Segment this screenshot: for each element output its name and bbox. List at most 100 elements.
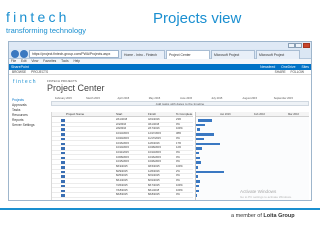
percent-complete-cell: 0% bbox=[176, 150, 180, 154]
address-bar[interactable]: https://project.fintech-group.com/PWA/Pr… bbox=[29, 50, 119, 58]
browser-tab[interactable]: Microsoft Project bbox=[256, 50, 300, 59]
finish-cell: 8/11/2015 bbox=[148, 188, 160, 192]
gantt-bar[interactable] bbox=[196, 151, 199, 155]
back-icon[interactable] bbox=[11, 50, 19, 58]
project-icon bbox=[61, 175, 65, 178]
grid-header: Project Name Start Finish % Complete bbox=[52, 112, 193, 117]
start-cell: 2/11/2016 bbox=[116, 118, 128, 121]
fintech-logo: fintech transforming technology bbox=[6, 9, 116, 37]
maximize-button[interactable] bbox=[295, 43, 302, 48]
menu-tools[interactable]: Tools bbox=[61, 59, 68, 63]
timeline-tick: June 2015 bbox=[180, 97, 193, 100]
project-icon bbox=[61, 119, 65, 122]
gantt-bar[interactable] bbox=[198, 119, 212, 122]
finish-cell: 9/15/2015 bbox=[148, 165, 160, 168]
start-cell: 2/9/2016 bbox=[116, 127, 127, 131]
nav-item-tasks[interactable]: Tasks bbox=[12, 108, 20, 112]
project-icon bbox=[61, 128, 65, 131]
start-cell: 10/13/2015 bbox=[116, 132, 129, 136]
finish-cell: 4/01/2016 bbox=[148, 118, 160, 121]
column-project-name[interactable]: Project Name bbox=[66, 112, 84, 117]
browser-tab[interactable]: Microsoft Project bbox=[211, 50, 255, 59]
gantt-bar[interactable] bbox=[196, 170, 224, 174]
logo-word: fintech bbox=[6, 9, 70, 25]
start-cell: 10/10/2015 bbox=[116, 146, 129, 150]
nav-item-server-settings[interactable]: Server Settings bbox=[12, 123, 35, 127]
gantt-bar[interactable] bbox=[196, 156, 200, 160]
nav-item-reports[interactable]: Reports bbox=[12, 118, 24, 122]
ribbon-tabs: BROWSE PROJECTS SHARE FOLLOW bbox=[9, 70, 311, 75]
site-logo[interactable]: fintech bbox=[13, 79, 37, 85]
project-icon bbox=[61, 151, 65, 155]
browser-tab-active[interactable]: Project Center bbox=[166, 50, 210, 59]
window-title-bar bbox=[9, 42, 311, 49]
footer-text: a member of Loita Group bbox=[231, 213, 295, 219]
timeline: February 2015 March 2015 April 2015 May 201… bbox=[51, 97, 309, 110]
forward-icon[interactable] bbox=[20, 50, 28, 58]
follow-button[interactable]: FOLLOW bbox=[291, 70, 304, 74]
nav-item-resources[interactable]: Resources bbox=[12, 113, 28, 117]
share-button[interactable]: SHARE bbox=[275, 70, 286, 74]
gantt-bar[interactable] bbox=[196, 189, 199, 193]
finish-cell: 2/17/2016 bbox=[148, 127, 160, 131]
gantt-bar[interactable] bbox=[196, 161, 201, 164]
start-cell: 8/25/2015 bbox=[116, 174, 128, 178]
column-start[interactable]: Start bbox=[116, 112, 122, 117]
gantt-bar[interactable] bbox=[196, 137, 204, 141]
menu-view[interactable]: View bbox=[31, 59, 38, 63]
finish-cell: 10/28/2015 bbox=[148, 146, 161, 150]
start-cell: 2/4/2016 bbox=[116, 122, 127, 126]
percent-complete-cell: 0% bbox=[176, 193, 180, 197]
project-icon bbox=[61, 133, 65, 136]
gantt-header: Jan 2016 Feb 2016 Mar 2016 bbox=[196, 112, 309, 117]
gantt-bar[interactable] bbox=[196, 194, 197, 197]
gantt-bar[interactable] bbox=[196, 142, 220, 146]
newsfeed-link[interactable]: Newsfeed bbox=[260, 65, 275, 69]
gantt-bar[interactable] bbox=[197, 128, 200, 131]
sites-link[interactable]: Sites bbox=[301, 65, 309, 69]
quick-launch: Projects Approvals Tasks Resources Repor… bbox=[9, 98, 47, 148]
project-icon bbox=[61, 123, 65, 127]
percent-complete-cell: 0% bbox=[176, 122, 180, 126]
activation-title: Activate Windows bbox=[240, 189, 277, 194]
gantt-bar[interactable] bbox=[196, 175, 198, 178]
close-button[interactable] bbox=[303, 43, 310, 48]
percent-complete-cell: 38% bbox=[176, 132, 182, 136]
finish-cell: 3/11/2016 bbox=[148, 122, 160, 126]
nav-item-approvals[interactable]: Approvals bbox=[12, 103, 27, 107]
menu-help[interactable]: Help bbox=[73, 59, 80, 63]
start-cell: 8/19/2015 bbox=[116, 165, 128, 168]
project-icon bbox=[61, 161, 65, 164]
start-cell: 8/29/2015 bbox=[116, 169, 128, 173]
finish-cell: 1/20/2016 bbox=[148, 141, 160, 145]
ribbon-tab-browse[interactable]: BROWSE bbox=[12, 70, 26, 74]
nav-item-projects[interactable]: Projects bbox=[12, 98, 24, 102]
gantt-bar[interactable] bbox=[196, 147, 202, 150]
gantt-bar[interactable] bbox=[196, 123, 205, 127]
column-finish[interactable]: Finish bbox=[148, 112, 156, 117]
gantt-tick: Feb 2016 bbox=[254, 113, 265, 116]
project-icon bbox=[61, 156, 65, 160]
timeline-bar[interactable]: Add tasks with dates to the timeline bbox=[51, 101, 309, 106]
start-cell: 7/26/2015 bbox=[116, 183, 128, 187]
gantt-bar[interactable] bbox=[196, 184, 199, 188]
menu-edit[interactable]: Edit bbox=[21, 59, 27, 63]
gantt-bar[interactable] bbox=[196, 133, 214, 136]
gantt-bar[interactable] bbox=[196, 180, 200, 183]
timeline-tick: August 2015 bbox=[242, 97, 258, 100]
gantt-bar[interactable] bbox=[196, 166, 198, 169]
timeline-tick: July 2015 bbox=[211, 97, 223, 100]
finish-cell: 10/16/2015 bbox=[148, 155, 161, 159]
onedrive-link[interactable]: OneDrive bbox=[281, 65, 295, 69]
ribbon-tab-projects[interactable]: PROJECTS bbox=[31, 70, 48, 74]
table-row[interactable]: 8/18/2015 8/18/2015 0% bbox=[52, 193, 193, 198]
minimize-button[interactable] bbox=[288, 43, 295, 48]
footer-prefix: a member of bbox=[231, 213, 264, 219]
percent-complete-cell: 100% bbox=[176, 188, 183, 192]
gantt-tick: Jan 2016 bbox=[220, 113, 231, 116]
browser-tab[interactable]: Home - Intro - Fintech bbox=[121, 50, 165, 59]
site-header: fintech FINTECH PROJECTS Project Center bbox=[9, 76, 311, 96]
column-percent-complete[interactable]: % Complete bbox=[176, 112, 192, 117]
menu-file[interactable]: File bbox=[11, 59, 16, 63]
menu-favorites[interactable]: Favorites bbox=[43, 59, 56, 63]
